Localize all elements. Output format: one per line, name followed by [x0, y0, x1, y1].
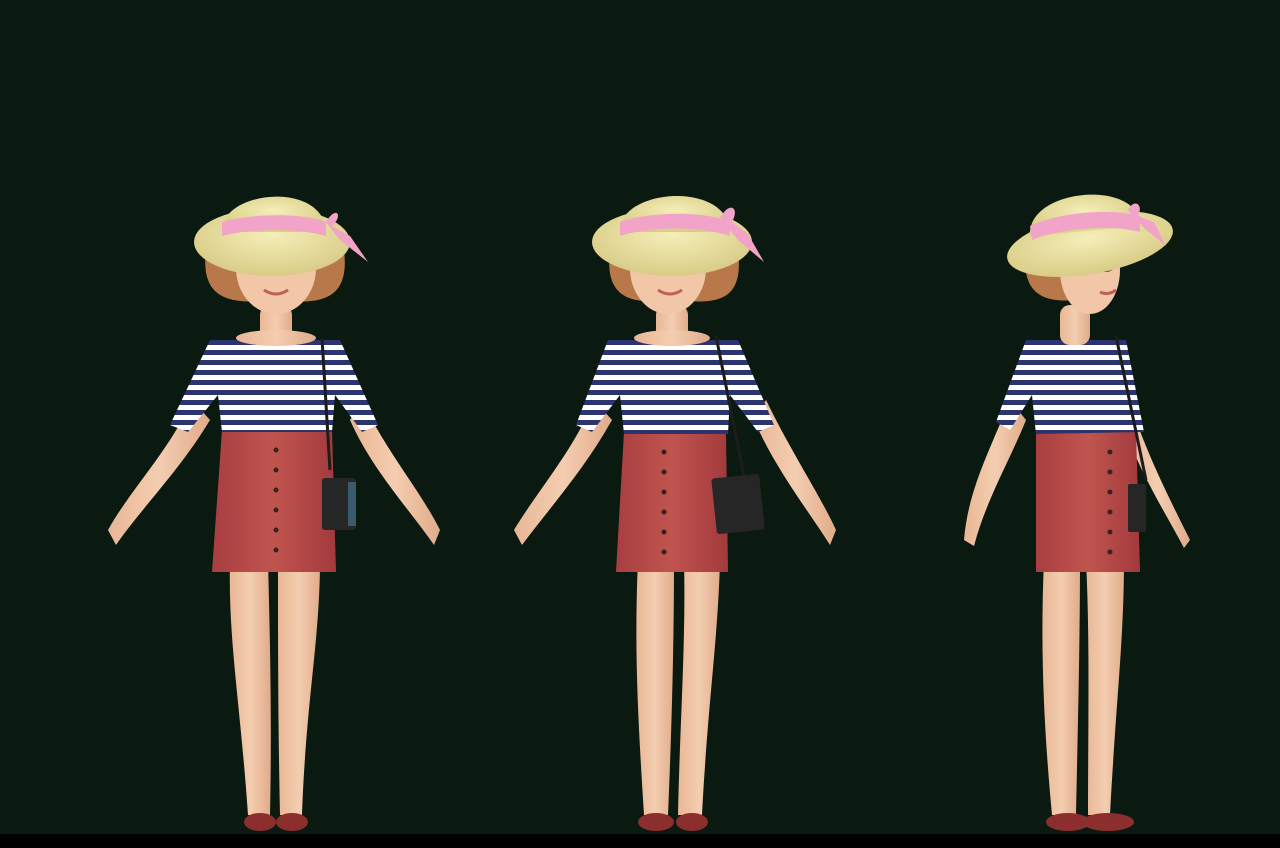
left-shoe: [638, 813, 674, 831]
shoulder-bag: [711, 473, 765, 535]
right-shoe: [676, 813, 708, 831]
character-three-quarter-view: [508, 0, 858, 834]
left-shoe: [244, 813, 276, 831]
right-shoe: [1082, 813, 1134, 831]
right-leg: [678, 560, 720, 815]
left-leg: [636, 560, 674, 815]
skirt: [616, 432, 728, 572]
character-front-view: [100, 0, 450, 834]
bottom-letterbox-bar: [0, 834, 1280, 848]
right-shoe: [276, 813, 308, 831]
left-arm: [964, 400, 1026, 546]
left-leg: [1042, 560, 1080, 815]
right-leg: [1086, 560, 1124, 815]
skirt: [1036, 432, 1140, 572]
render-stage: [0, 0, 1280, 834]
right-leg: [278, 560, 320, 815]
shoulder-bag: [1128, 484, 1146, 532]
character-side-view: [940, 0, 1240, 834]
left-leg: [229, 560, 271, 815]
